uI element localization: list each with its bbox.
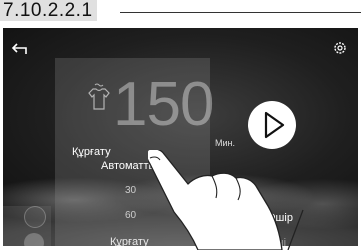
side-option-circle[interactable]	[24, 206, 46, 228]
option-30[interactable]: 30	[125, 185, 136, 196]
start-button[interactable]	[248, 101, 296, 149]
section-number: 7.10.2.2.1	[0, 0, 97, 21]
time-value: 150	[113, 70, 214, 139]
play-icon	[250, 103, 294, 147]
time-unit: Мин.	[215, 138, 235, 148]
pointing-hand-illustration	[148, 150, 304, 250]
back-arrow-icon[interactable]	[11, 42, 29, 56]
bottom-program-label[interactable]: Құрғату	[110, 236, 149, 246]
option-60[interactable]: 60	[125, 210, 136, 221]
tshirt-dryer-icon	[88, 83, 110, 110]
gear-icon[interactable]	[332, 40, 348, 56]
side-option-circle-filled[interactable]	[24, 233, 44, 246]
program-mode-name: Құрғату	[72, 146, 111, 158]
section-rule	[120, 12, 361, 13]
